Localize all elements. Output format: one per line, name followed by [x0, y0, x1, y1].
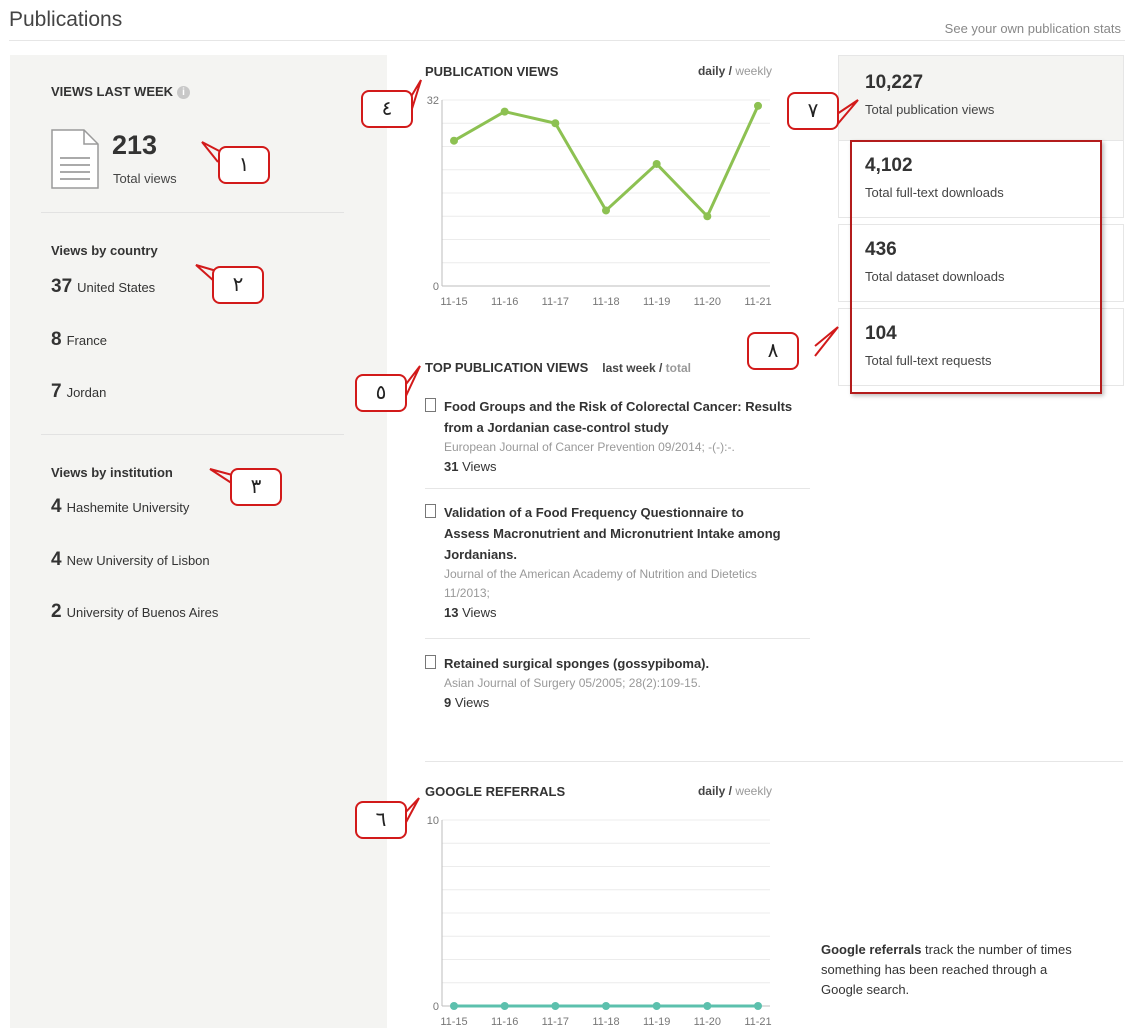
data-point	[652, 159, 661, 168]
total-views-value: 213	[112, 130, 158, 160]
institution-row: 4 New University of Lisbon	[51, 549, 210, 570]
publication-views-toggle: daily / weekly	[697, 64, 772, 78]
callout-2: ٢	[212, 266, 264, 304]
publication-meta: European Journal of Cancer Prevention 09…	[444, 440, 735, 454]
publication-views: 31 Views	[444, 459, 497, 474]
info-icon[interactable]: i	[177, 86, 191, 99]
section-divider	[425, 761, 1123, 762]
total-label: Total publication views	[865, 102, 995, 117]
views-by-country-heading: Views by country	[51, 243, 158, 258]
highlight-box	[850, 140, 1102, 394]
data-point	[703, 212, 712, 221]
views-last-week-panel	[10, 55, 387, 1028]
x-tick-label: 11-17	[542, 1016, 569, 1028]
last-week-toggle[interactable]: last week	[602, 361, 655, 375]
views-last-week-heading: VIEWS LAST WEEK i	[51, 84, 191, 99]
own-stats-link[interactable]: See your own publication stats	[945, 21, 1121, 36]
x-tick-label: 11-20	[694, 1016, 721, 1028]
y-tick-label: 0	[433, 281, 439, 293]
x-tick-label: 11-15	[440, 296, 467, 308]
total-value: 10,227	[865, 72, 924, 93]
publication-views: 9 Views	[444, 695, 490, 710]
callout-8: ٨	[747, 332, 799, 370]
data-point	[551, 1002, 560, 1010]
data-point	[703, 1002, 712, 1010]
daily-toggle[interactable]: daily	[698, 784, 725, 798]
total-toggle[interactable]: total	[666, 361, 691, 375]
left-divider	[41, 212, 344, 213]
publication-item: Retained surgical sponges (gossypiboma).…	[425, 653, 810, 712]
weekly-toggle[interactable]: weekly	[735, 64, 772, 78]
total-views-label: Total views	[113, 171, 177, 186]
country-row: 37 United States	[51, 276, 156, 297]
publication-views-title: PUBLICATION VIEWS	[425, 64, 559, 79]
publication-views: 13 Views	[444, 605, 497, 620]
header-divider	[9, 40, 1125, 41]
publication-views-chart: 32 011-15 11-16 11-17 11-18 11-19 11-20 11-21	[427, 95, 772, 308]
callout-5: ٥	[355, 374, 407, 412]
series-line	[453, 105, 760, 219]
file-icon	[425, 398, 436, 412]
page-title: Publications	[9, 8, 123, 31]
country-row: 8 France	[51, 329, 108, 350]
top-publication-views-title: TOP PUBLICATION VIEWS last week / total	[425, 360, 691, 375]
publication-divider	[425, 488, 810, 489]
data-point	[602, 206, 610, 215]
y-tick-label: 0	[433, 1001, 439, 1013]
institution-row: 2 University of Buenos Aires	[51, 601, 219, 622]
x-tick-label: 11-18	[592, 296, 619, 308]
x-tick-label: 11-20	[694, 296, 721, 308]
x-tick-label: 11-16	[491, 1016, 518, 1028]
callout-4: ٤	[361, 90, 413, 128]
x-tick-label: 11-15	[440, 1016, 467, 1028]
x-tick-label: 11-21	[744, 1016, 771, 1028]
data-point	[551, 119, 560, 128]
country-row: 7 Jordan	[51, 381, 107, 402]
views-by-institution-heading: Views by institution	[51, 465, 173, 480]
file-icon	[425, 655, 436, 669]
x-tick-label: 11-19	[643, 1016, 670, 1028]
total-publication-views-card: 10,227 Total publication views	[838, 55, 1124, 141]
callout-6: ٦	[355, 801, 407, 839]
publication-meta: Asian Journal of Surgery 05/2005; 28(2):…	[444, 676, 701, 690]
left-divider	[41, 434, 344, 435]
google-referrals-note: Google referrals track the number of tim…	[821, 942, 1072, 997]
google-referrals-chart: 10 011-15 11-16 11-17 11-18 11-19 11-20 11-21	[427, 815, 772, 1028]
data-point	[450, 136, 458, 145]
weekly-toggle[interactable]: weekly	[735, 784, 772, 798]
data-point	[754, 1002, 762, 1010]
data-point	[500, 107, 509, 116]
y-tick-label: 10	[427, 815, 439, 827]
data-point	[500, 1002, 509, 1010]
publication-title-link[interactable]: Validation of a Food Frequency Questionn…	[444, 502, 789, 565]
publication-item: Validation of a Food Frequency Questionn…	[425, 502, 810, 622]
publication-meta: Journal of the American Academy of Nutri…	[444, 567, 757, 600]
daily-toggle[interactable]: daily	[698, 64, 725, 78]
publication-title-link[interactable]: Retained surgical sponges (gossypiboma).	[444, 653, 810, 674]
data-point	[754, 101, 762, 110]
callout-1: ١	[218, 146, 270, 184]
x-tick-label: 11-21	[744, 296, 771, 308]
callout-3: ٣	[230, 468, 282, 506]
data-point	[652, 1002, 661, 1010]
data-point	[450, 1002, 458, 1010]
x-tick-label: 11-16	[491, 296, 518, 308]
data-point	[602, 1002, 610, 1010]
publication-divider	[425, 638, 810, 639]
x-tick-label: 11-17	[542, 296, 569, 308]
x-tick-label: 11-18	[592, 1016, 619, 1028]
callout-7: ٧	[787, 92, 839, 130]
institution-row: 4 Hashemite University	[51, 496, 190, 517]
google-referrals-toggle: daily / weekly	[697, 784, 772, 798]
publication-item: Food Groups and the Risk of Colorectal C…	[425, 396, 810, 476]
file-icon	[425, 504, 436, 518]
y-tick-label: 32	[427, 95, 439, 107]
publication-title-link[interactable]: Food Groups and the Risk of Colorectal C…	[444, 396, 810, 438]
document-icon	[51, 129, 99, 189]
google-referrals-title: GOOGLE REFERRALS	[425, 784, 566, 799]
x-tick-label: 11-19	[643, 296, 670, 308]
